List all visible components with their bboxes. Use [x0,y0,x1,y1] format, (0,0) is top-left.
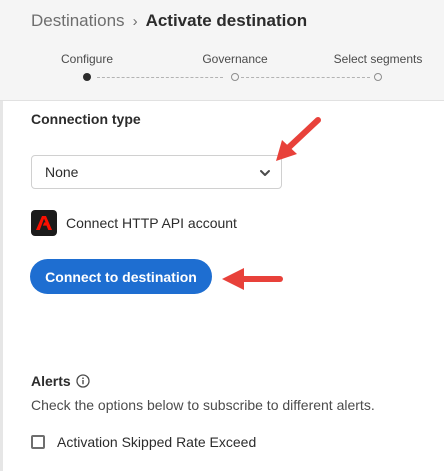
wizard-steps: Configure Governance Select segments [0,52,444,92]
connect-account-label: Connect HTTP API account [66,215,237,231]
breadcrumb-destinations-link[interactable]: Destinations [31,11,125,31]
step-connector [241,77,370,78]
adobe-logo-icon [31,210,57,236]
connection-type-label: Connection type [31,111,141,127]
step-label-configure[interactable]: Configure [61,52,113,66]
account-row: Connect HTTP API account [31,210,237,236]
breadcrumb-separator-icon: › [132,12,138,30]
annotation-arrow-icon [276,117,321,161]
connect-to-destination-button[interactable]: Connect to destination [30,259,212,294]
alert-option-activation-skipped[interactable]: Activation Skipped Rate Exceed [31,434,256,450]
page-header: Destinations › Activate destination Conf… [0,0,444,101]
alerts-title: Alerts [31,373,71,389]
alerts-heading: Alerts [31,373,90,389]
page-title: Activate destination [145,11,308,30]
step-indicator-select-segments [374,73,382,81]
info-icon[interactable] [76,374,90,388]
step-indicator-governance [231,73,239,81]
alert-option-label: Activation Skipped Rate Exceed [57,434,257,450]
alert-checkbox[interactable] [31,435,45,449]
annotation-arrow-icon [222,268,283,290]
step-connector [97,77,223,78]
step-label-select-segments[interactable]: Select segments [334,52,423,66]
dropdown-selected-value: None [45,164,79,180]
breadcrumb: Destinations › Activate destination [31,11,307,31]
step-label-governance[interactable]: Governance [202,52,267,66]
chevron-down-icon [259,166,271,182]
alerts-description: Check the options below to subscribe to … [31,397,375,413]
step-indicator-configure [83,73,91,81]
connection-type-dropdown[interactable]: None [31,155,282,189]
